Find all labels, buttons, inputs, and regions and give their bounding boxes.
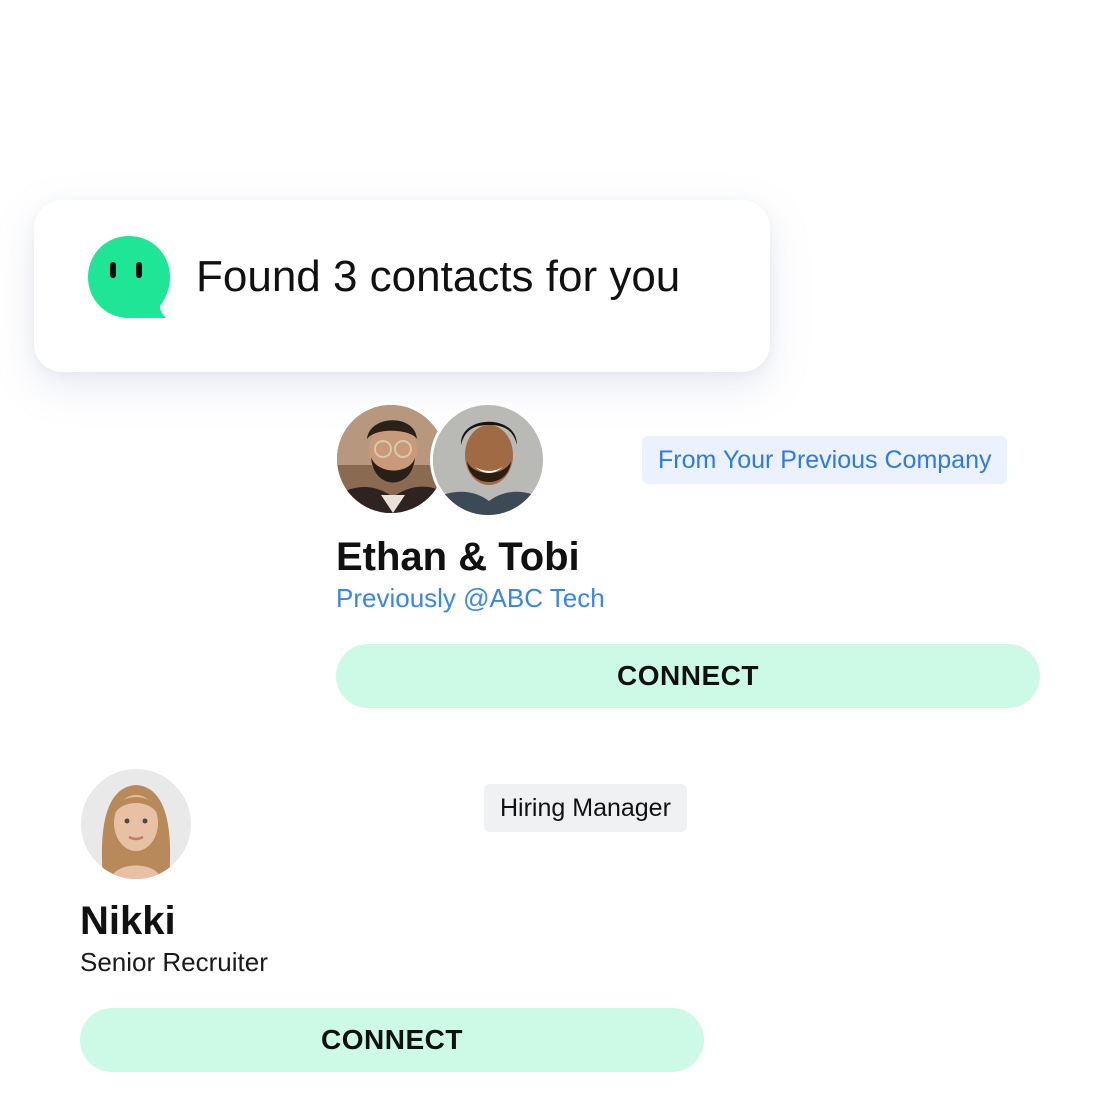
- contacts-panel: Found 3 contacts for you From Your Previ…: [0, 0, 1120, 1120]
- contact-subtitle: Previously @ABC Tech: [336, 583, 605, 613]
- nikki-avatar[interactable]: [78, 766, 194, 882]
- previous-company-tag: From Your Previous Company: [642, 436, 1008, 484]
- contact-subtitle: Senior Recruiter: [80, 947, 268, 977]
- connect-button[interactable]: CONNECT: [80, 1008, 704, 1072]
- found-contacts-card: Found 3 contacts for you: [34, 200, 770, 372]
- hiring-manager-tag: Hiring Manager: [484, 784, 687, 832]
- chat-bot-icon: [88, 236, 170, 318]
- contact-name: Ethan & Tobi: [336, 535, 580, 579]
- tobi-avatar[interactable]: [430, 402, 546, 518]
- connect-button[interactable]: CONNECT: [336, 644, 1040, 708]
- contact-name: Nikki: [80, 899, 176, 943]
- found-contacts-text: Found 3 contacts for you: [196, 252, 681, 301]
